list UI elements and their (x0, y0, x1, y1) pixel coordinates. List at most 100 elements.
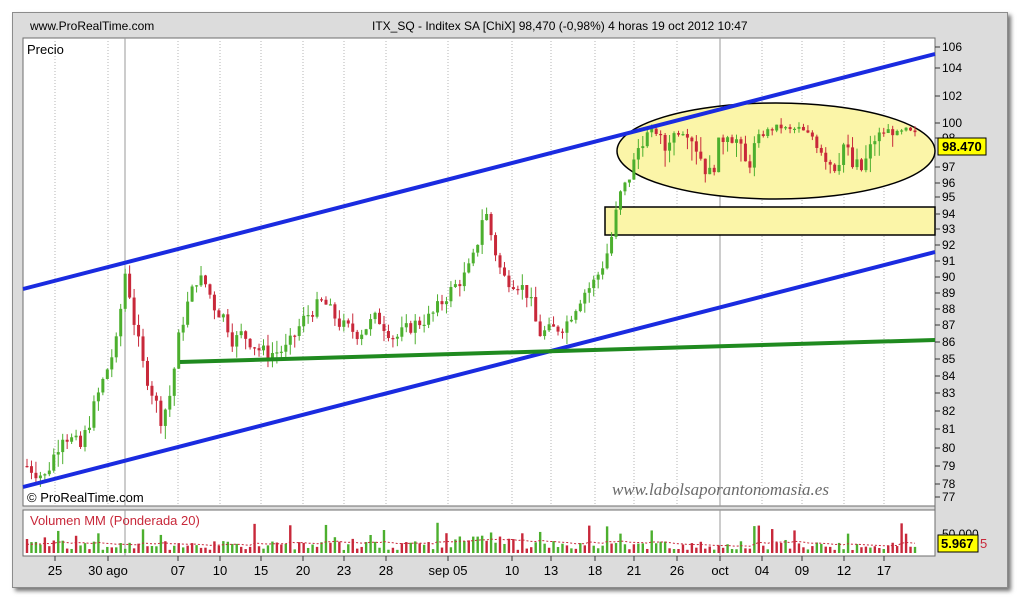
volume-bar (150, 545, 154, 553)
volume-bar (811, 546, 814, 553)
volume-bar (900, 523, 903, 553)
candle-body (543, 330, 547, 337)
volume-bar (70, 548, 73, 553)
candle-body (453, 284, 457, 287)
volume-bar (101, 549, 105, 553)
volume-bar (65, 548, 69, 553)
candle-body (712, 167, 716, 173)
candle-body (569, 319, 573, 322)
volume-bar (565, 545, 569, 553)
volume-bar (199, 547, 203, 553)
candle-body (815, 136, 819, 148)
volume-bar (762, 545, 765, 553)
volume-bar (231, 543, 234, 553)
price-tick-label: 84 (942, 369, 956, 383)
candle-body (886, 129, 890, 134)
volume-bar (88, 549, 91, 553)
volume-bar (293, 549, 296, 553)
price-tick-label: 77 (942, 490, 956, 504)
volume-bar (820, 543, 823, 553)
volume-bar (730, 548, 734, 553)
volume-bar (74, 535, 78, 553)
candle-body (467, 263, 471, 273)
volume-bar (431, 549, 435, 553)
price-tick-label: 90 (942, 270, 956, 284)
volume-bar (449, 547, 453, 553)
candle-body (279, 351, 283, 353)
volume-bar (364, 542, 368, 553)
volume-bar (43, 537, 47, 553)
volume-bar (485, 540, 488, 553)
volume-bar (155, 546, 158, 553)
volume-bar (610, 543, 613, 553)
volume-bar (646, 548, 649, 553)
volume-bar (619, 533, 622, 553)
volume-bar (775, 542, 778, 553)
price-tick-label: 78 (942, 477, 956, 491)
volume-bar (637, 543, 640, 553)
time-tick-label: 10 (505, 563, 519, 578)
candle-body (882, 132, 886, 134)
candle-body (52, 454, 56, 471)
candle-body (601, 268, 605, 275)
price-tick-label: 86 (942, 335, 956, 349)
volume-bar (391, 547, 395, 553)
candle-body (654, 128, 658, 134)
volume-bar (480, 535, 484, 553)
volume-bar (266, 545, 270, 553)
volume-bar (895, 546, 899, 553)
volume-bar (891, 542, 894, 553)
volume-bar (744, 548, 747, 553)
volume-bar (538, 531, 542, 553)
resistance-zone (604, 206, 936, 236)
candle-body (842, 144, 846, 165)
candle-body (177, 332, 181, 369)
candle-body (123, 273, 127, 309)
volume-bar (83, 543, 87, 553)
price-tick-label: 94 (942, 207, 956, 221)
candle-body (320, 299, 324, 301)
candle-body (672, 133, 676, 143)
candle-body (181, 324, 185, 333)
volume-bar (324, 524, 328, 553)
candle-body (525, 285, 529, 298)
volume-bar (463, 540, 466, 553)
volume-bar (302, 542, 305, 553)
volume-bar (887, 545, 890, 553)
volume-bar (882, 548, 885, 553)
candle-body (190, 286, 194, 302)
candle-body (824, 152, 828, 162)
price-tick-label: 83 (942, 386, 956, 400)
candle-body (659, 133, 663, 136)
time-tick-label: sep 05 (428, 563, 467, 578)
candle-body (132, 297, 136, 325)
candle-body (199, 275, 203, 286)
candle-body (288, 335, 292, 345)
volume-bar (338, 541, 341, 553)
volume-bar (614, 543, 618, 553)
candle-body (114, 336, 118, 358)
volume-bar (659, 541, 662, 553)
price-tick-label: 97 (942, 160, 956, 174)
volume-bar (543, 543, 546, 553)
volume-bar (561, 543, 564, 553)
candle-body (203, 275, 207, 285)
volume-bar (489, 532, 493, 553)
candle-body (810, 132, 814, 137)
candle-body (101, 379, 105, 393)
volume-bar (677, 549, 680, 553)
candle-body (583, 292, 587, 304)
volume-bar (712, 549, 716, 553)
volume-bar (253, 523, 256, 553)
volume-bar (779, 542, 783, 553)
candle-body (900, 130, 904, 132)
volume-bar (146, 546, 149, 553)
candle-body (253, 347, 257, 349)
candle-body (364, 329, 368, 335)
volume-bar (592, 545, 595, 553)
candle-body (721, 137, 725, 143)
candle-body (74, 435, 78, 438)
candle-body (137, 324, 141, 337)
candle-body (293, 335, 297, 337)
price-tick-label: 88 (942, 302, 956, 316)
